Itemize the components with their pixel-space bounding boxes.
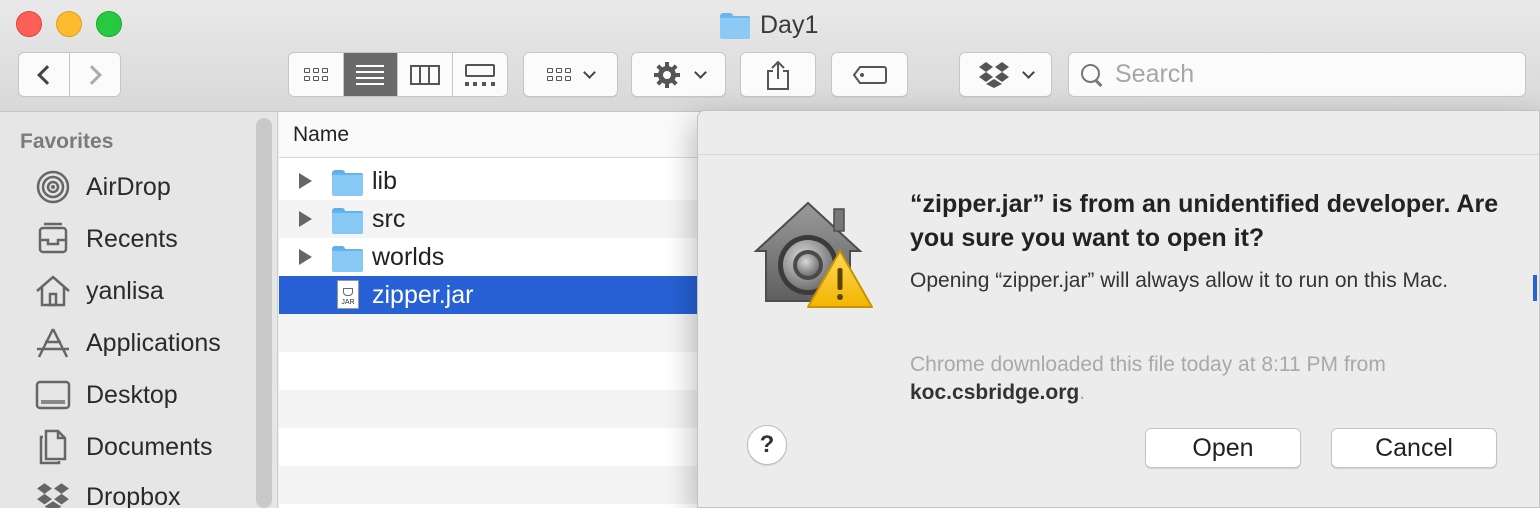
gatekeeper-warning-icon — [753, 201, 873, 308]
source-prefix: Chrome downloaded this file today at 8:1… — [910, 353, 1386, 376]
folder-icon — [332, 246, 363, 272]
selection-edge — [1533, 275, 1537, 301]
dialog-title: “zipper.jar” is from an unidentified dev… — [910, 190, 1499, 252]
sidebar-item-label: yanlisa — [86, 276, 164, 305]
window-title: Day1 — [720, 10, 818, 40]
search-input[interactable] — [1115, 60, 1495, 89]
sidebar-item-label: Documents — [86, 432, 213, 461]
dropbox-icon — [34, 478, 72, 508]
file-name: src — [372, 204, 406, 233]
dialog-message: Opening “zipper.jar” will always allow i… — [910, 269, 1449, 292]
sidebar-section-favorites: Favorites — [20, 130, 114, 153]
desktop-icon — [34, 376, 72, 414]
dialog-source-info: Chrome downloaded this file today at 8:1… — [910, 351, 1510, 407]
applications-icon — [34, 324, 72, 362]
disclosure-triangle-icon[interactable] — [299, 249, 312, 265]
home-icon — [34, 272, 72, 310]
sidebar: Favorites AirDrop Recents yanlisa Applic… — [0, 112, 278, 508]
sidebar-item-dropbox[interactable]: Dropbox — [34, 477, 181, 508]
column-view-button[interactable] — [398, 53, 453, 96]
gallery-icon — [464, 63, 495, 86]
chevron-right-icon — [82, 64, 102, 85]
folder-icon — [720, 13, 750, 39]
help-button[interactable]: ? — [747, 425, 787, 465]
search-icon — [1081, 63, 1103, 86]
sidebar-item-label: AirDrop — [86, 172, 171, 201]
jar-file-icon: JAR — [337, 280, 359, 309]
dropbox-button[interactable] — [959, 52, 1052, 97]
folder-icon — [332, 208, 363, 234]
maximize-window-button[interactable] — [96, 11, 122, 37]
tag-icon — [852, 65, 887, 84]
source-domain: koc.csbridge.org — [910, 381, 1080, 404]
gallery-view-button[interactable] — [453, 53, 508, 96]
sidebar-scrollbar[interactable] — [256, 118, 272, 508]
file-name: worlds — [372, 242, 445, 271]
sidebar-item-label: Recents — [86, 224, 178, 253]
open-button[interactable]: Open — [1145, 428, 1301, 468]
share-button[interactable] — [740, 52, 816, 97]
group-grid-icon — [547, 68, 571, 81]
icon-grid-icon — [303, 68, 328, 81]
list-view-button[interactable] — [343, 53, 398, 96]
group-by-button[interactable] — [523, 52, 618, 97]
sidebar-item-airdrop[interactable]: AirDrop — [34, 167, 171, 207]
search-field[interactable] — [1068, 52, 1526, 97]
sidebar-item-yanlisa[interactable]: yanlisa — [34, 271, 164, 311]
sidebar-item-label: Applications — [86, 328, 221, 357]
minimize-window-button[interactable] — [56, 11, 82, 37]
cancel-button[interactable]: Cancel — [1331, 428, 1497, 468]
list-icon — [356, 64, 385, 85]
columns-icon — [409, 64, 440, 85]
chevron-down-icon — [694, 66, 707, 79]
sidebar-item-label: Desktop — [86, 380, 178, 409]
sidebar-item-applications[interactable]: Applications — [34, 323, 221, 363]
navigation-buttons — [18, 52, 121, 97]
source-suffix: . — [1079, 381, 1086, 404]
close-window-button[interactable] — [16, 11, 42, 37]
window-title-text: Day1 — [760, 10, 819, 39]
folder-icon — [332, 170, 363, 196]
jar-badge: JAR — [341, 299, 355, 306]
disclosure-triangle-icon[interactable] — [299, 211, 312, 227]
forward-button[interactable] — [70, 53, 120, 96]
back-button[interactable] — [19, 53, 70, 96]
chevron-down-icon — [583, 66, 596, 79]
chevron-left-icon — [37, 64, 57, 85]
airdrop-icon — [34, 168, 72, 206]
gear-icon — [654, 61, 680, 88]
gatekeeper-dialog: “zipper.jar” is from an unidentified dev… — [697, 110, 1540, 508]
window-toolbar: Day1 — [0, 0, 1540, 112]
action-button[interactable] — [631, 52, 726, 97]
view-mode-buttons — [288, 52, 508, 97]
dropbox-icon — [979, 61, 1009, 88]
tags-button[interactable] — [831, 52, 908, 97]
column-header-label: Name — [293, 123, 350, 146]
icon-view-button[interactable] — [289, 53, 344, 96]
sidebar-item-label: Dropbox — [86, 482, 181, 508]
file-name: zipper.jar — [372, 280, 474, 309]
chevron-down-icon — [1022, 66, 1035, 79]
sidebar-item-desktop[interactable]: Desktop — [34, 375, 178, 415]
share-icon — [767, 60, 789, 90]
recents-icon — [34, 220, 72, 258]
disclosure-triangle-icon[interactable] — [299, 173, 312, 189]
sidebar-item-documents[interactable]: Documents — [34, 427, 212, 467]
sidebar-item-recents[interactable]: Recents — [34, 219, 178, 259]
dialog-titlebar — [698, 111, 1539, 155]
documents-icon — [34, 428, 72, 466]
file-name: lib — [372, 166, 398, 195]
